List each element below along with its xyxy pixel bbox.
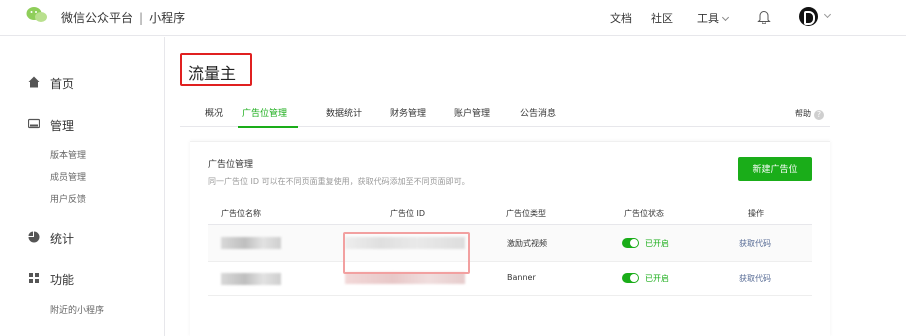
bell-icon[interactable] bbox=[757, 9, 771, 24]
home-icon bbox=[28, 76, 40, 88]
tab-account[interactable]: 账户管理 bbox=[454, 106, 490, 119]
docs-link[interactable]: 文档 bbox=[610, 10, 632, 26]
sidebar-subitem-version[interactable]: 版本管理 bbox=[50, 148, 86, 161]
monitor-icon bbox=[28, 118, 40, 129]
ad-type-cell: Banner bbox=[507, 273, 536, 282]
column-header-id: 广告位 ID bbox=[390, 209, 426, 218]
product-name: 小程序 bbox=[149, 11, 186, 25]
sidebar-item-label: 统计 bbox=[50, 232, 75, 246]
status-toggle[interactable] bbox=[622, 273, 639, 283]
ad-type-cell: 激励式视频 bbox=[507, 239, 547, 248]
tab-statistics[interactable]: 数据统计 bbox=[326, 106, 362, 119]
status-text: 已开启 bbox=[645, 239, 669, 248]
get-code-link[interactable]: 获取代码 bbox=[739, 238, 771, 249]
brand-name: 微信公众平台 bbox=[61, 11, 134, 25]
chevron-down-icon bbox=[721, 13, 730, 22]
question-icon: ? bbox=[814, 110, 824, 120]
row-divider bbox=[208, 295, 812, 296]
section-description: 同一广告位 ID 可以在不同页面重复使用，获取代码添加至不同页面即可。 bbox=[208, 177, 470, 186]
sidebar: 首页 管理 版本管理 成员管理 用户反馈 统计 功能 附近的小程序 bbox=[0, 37, 164, 336]
page-title: 流量主 bbox=[188, 64, 237, 83]
wechat-logo-icon bbox=[26, 7, 47, 22]
redacted-ad-name bbox=[221, 237, 281, 249]
sidebar-subitem-nearby[interactable]: 附近的小程序 bbox=[50, 303, 104, 316]
tab-announcements[interactable]: 公告消息 bbox=[520, 106, 556, 119]
column-header-name: 广告位名称 bbox=[221, 209, 261, 218]
brand-separator: | bbox=[139, 11, 144, 25]
chevron-down-icon[interactable] bbox=[823, 10, 832, 19]
sidebar-divider bbox=[164, 37, 165, 336]
column-header-actions: 操作 bbox=[748, 209, 764, 218]
community-link[interactable]: 社区 bbox=[651, 10, 673, 26]
column-header-type: 广告位类型 bbox=[506, 209, 546, 218]
avatar[interactable] bbox=[799, 7, 818, 26]
help-label: 帮助 bbox=[795, 109, 811, 118]
grid-icon bbox=[29, 273, 39, 283]
status-toggle[interactable] bbox=[622, 238, 639, 248]
redacted-ad-name bbox=[221, 273, 281, 285]
id-highlight-box bbox=[343, 232, 470, 274]
new-ad-unit-button[interactable]: 新建广告位 bbox=[738, 157, 812, 181]
status-text: 已开启 bbox=[645, 274, 669, 283]
tab-overview[interactable]: 概况 bbox=[205, 106, 223, 119]
section-title: 广告位管理 bbox=[208, 160, 254, 170]
get-code-link[interactable]: 获取代码 bbox=[739, 273, 771, 284]
top-bar: 微信公众平台 | 小程序 文档 社区 工具 bbox=[0, 0, 906, 36]
help-link[interactable]: 帮助? bbox=[795, 108, 824, 120]
column-header-status: 广告位状态 bbox=[624, 209, 664, 218]
sidebar-subitem-members[interactable]: 成员管理 bbox=[50, 170, 86, 183]
tab-ad-units[interactable]: 广告位管理 bbox=[242, 106, 287, 119]
tools-menu[interactable]: 工具 bbox=[697, 10, 730, 26]
tools-label: 工具 bbox=[697, 12, 719, 25]
sidebar-item-label: 首页 bbox=[50, 77, 75, 91]
row-divider bbox=[208, 261, 812, 262]
sidebar-subitem-feedback[interactable]: 用户反馈 bbox=[50, 192, 86, 205]
sidebar-item-label: 管理 bbox=[50, 119, 75, 133]
tab-finance[interactable]: 财务管理 bbox=[390, 106, 426, 119]
active-tab-indicator bbox=[238, 126, 298, 128]
sidebar-item-label: 功能 bbox=[50, 273, 75, 287]
pie-chart-icon bbox=[28, 231, 40, 243]
brand-title[interactable]: 微信公众平台 | 小程序 bbox=[61, 9, 185, 26]
